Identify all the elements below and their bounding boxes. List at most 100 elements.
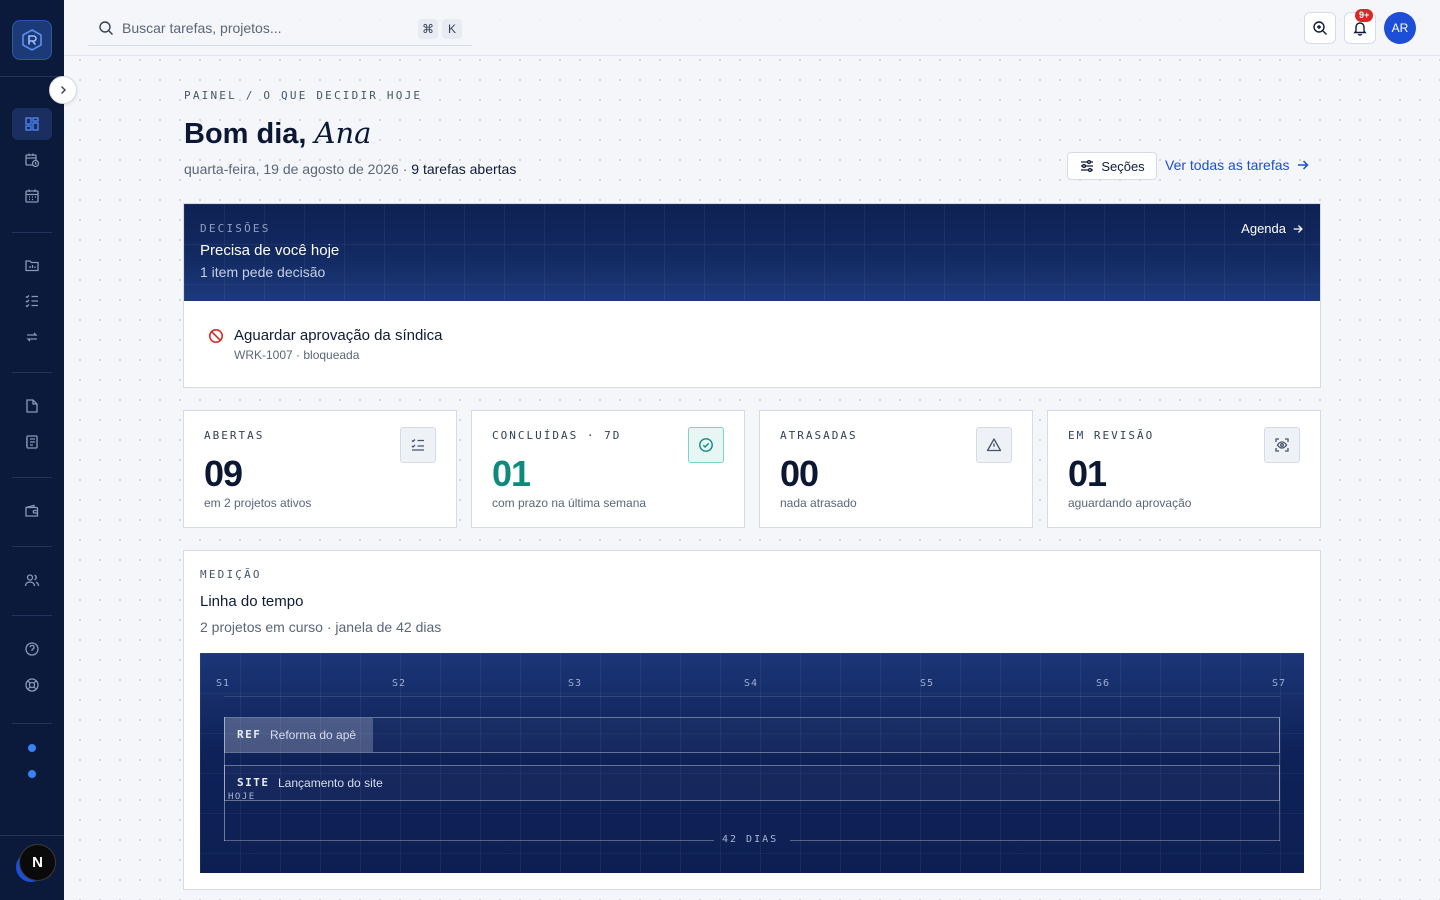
logo-mark-icon — [22, 29, 42, 51]
stat-card-completed[interactable]: CONCLUÍDAS · 7D 01 com prazo na última s… — [471, 410, 745, 528]
sidebar-item-tasks[interactable] — [12, 285, 52, 317]
week-label: S6 — [1096, 678, 1111, 689]
zoom-in-icon — [1313, 21, 1327, 35]
timeline-axis — [224, 696, 1280, 697]
sidebar-divider — [12, 372, 52, 373]
sidebar-item-team[interactable] — [12, 564, 52, 596]
sidebar-item-projects[interactable] — [12, 249, 52, 281]
project-name: Lançamento do site — [278, 776, 383, 790]
today-marker — [224, 717, 225, 841]
stat-icon-box — [400, 427, 436, 463]
window-end-marker — [1279, 717, 1280, 841]
timeline-label: MEDIÇÃO — [200, 568, 262, 581]
project-dot[interactable] — [28, 744, 36, 752]
sidebar-collapse-button[interactable] — [49, 76, 77, 104]
decision-item-title[interactable]: Aguardar aprovação da síndica — [234, 327, 442, 344]
top-bar: ⌘ K — [64, 0, 1440, 56]
sidebar-item-help[interactable] — [12, 633, 52, 665]
check-circle-icon — [699, 438, 713, 452]
decisions-label: DECISÕES — [200, 222, 271, 235]
stat-card-review[interactable]: EM REVISÃO 01 aguardando aprovação — [1047, 410, 1321, 528]
decisions-title: Precisa de você hoje — [200, 242, 340, 259]
stat-icon-box — [976, 427, 1012, 463]
decisions-panel: DECISÕES Precisa de você hoje 1 item ped… — [183, 203, 1321, 388]
stat-icon-box — [688, 427, 724, 463]
blocked-icon — [209, 329, 223, 343]
sidebar-divider — [12, 723, 52, 724]
stat-value: 00 — [780, 453, 819, 494]
stat-value: 01 — [492, 453, 531, 494]
all-tasks-label: Ver todas as tarefas — [1165, 157, 1290, 173]
decisions-subtitle: 1 item pede decisão — [200, 264, 326, 280]
agenda-link[interactable]: Agenda — [1241, 221, 1304, 236]
wallet-icon — [25, 504, 39, 517]
calendar-clock-icon — [25, 153, 40, 168]
search-input[interactable] — [122, 20, 412, 36]
app-logo[interactable] — [12, 20, 52, 60]
dashboard-icon — [25, 117, 39, 131]
week-label: S3 — [568, 678, 583, 689]
stat-card-overdue[interactable]: ATRASADAS 00 nada atrasado — [759, 410, 1033, 528]
sidebar-item-finance[interactable] — [12, 495, 52, 527]
timeline-title: Linha do tempo — [200, 593, 304, 610]
notebook-icon — [26, 435, 38, 449]
project-dot[interactable] — [28, 770, 36, 778]
sidebar-item-schedule[interactable] — [12, 144, 52, 176]
sidebar-item-notes[interactable] — [12, 426, 52, 458]
stat-label: EM REVISÃO — [1068, 429, 1155, 442]
search-icon — [99, 21, 113, 35]
sidebar: N — [0, 0, 64, 900]
open-tasks-count: 9 tarefas abertas — [411, 161, 517, 177]
page-title: Bom dia, Ana — [184, 116, 371, 151]
folder-chart-icon — [25, 260, 39, 272]
sidebar-item-routines[interactable] — [12, 321, 52, 353]
sidebar-item-documents[interactable] — [12, 390, 52, 422]
warning-icon — [986, 438, 1002, 452]
timeline-row-ref[interactable]: REF Reforma do apê — [224, 717, 1280, 753]
user-avatar[interactable]: AR — [1384, 12, 1416, 44]
timeline-chart: S1 S2 S3 S4 S5 S6 S7 REF Reforma do apê … — [200, 653, 1304, 873]
lifebuoy-icon — [25, 678, 39, 692]
arrow-right-icon — [1293, 224, 1303, 233]
help-icon — [25, 642, 39, 656]
project-code: SITE — [237, 776, 270, 789]
dev-tools-badge[interactable]: N — [19, 844, 56, 881]
timeline-row-site[interactable]: SITE Lançamento do site — [224, 765, 1280, 801]
zoom-button[interactable] — [1304, 12, 1336, 44]
sections-label: Seções — [1101, 158, 1145, 174]
repeat-icon — [26, 332, 38, 342]
sidebar-divider — [12, 232, 52, 233]
all-tasks-link[interactable]: Ver todas as tarefas — [1165, 157, 1310, 173]
week-label: S1 — [216, 678, 231, 689]
sidebar-item-dashboard[interactable] — [12, 108, 52, 140]
arrow-right-icon — [1297, 160, 1309, 170]
week-label: S5 — [920, 678, 935, 689]
decisions-banner: DECISÕES Precisa de você hoje 1 item ped… — [184, 204, 1320, 301]
sidebar-divider — [12, 477, 52, 478]
shortcut-k-key: K — [442, 19, 462, 39]
sidebar-item-support[interactable] — [12, 669, 52, 701]
sections-button[interactable]: Seções — [1067, 152, 1157, 180]
stat-description: aguardando aprovação — [1068, 496, 1192, 510]
stat-value: 09 — [204, 453, 243, 494]
checklist-icon — [411, 439, 424, 451]
calendar-icon — [25, 189, 39, 203]
stat-description: nada atrasado — [780, 496, 857, 510]
sliders-icon — [1081, 159, 1094, 173]
stat-description: em 2 projetos ativos — [204, 496, 312, 510]
stat-label: ATRASADAS — [780, 429, 858, 442]
stat-label: CONCLUÍDAS · 7D — [492, 429, 622, 442]
date-line: quarta-feira, 19 de agosto de 2026 · 9 t… — [184, 161, 516, 177]
project-code: REF — [237, 728, 262, 741]
project-name: Reforma do apê — [270, 728, 357, 742]
notification-count-badge: 9+ — [1355, 9, 1374, 22]
greeting-text: Bom dia, — [184, 118, 307, 150]
sidebar-divider — [12, 546, 52, 547]
sidebar-item-calendar[interactable] — [12, 180, 52, 212]
stat-card-open[interactable]: ABERTAS 09 em 2 projetos ativos — [183, 410, 457, 528]
sidebar-divider — [0, 835, 64, 836]
timeline-panel: MEDIÇÃO Linha do tempo 2 projetos em cur… — [183, 550, 1321, 890]
window-span-label: 42 DIAS — [722, 834, 779, 845]
search-bar[interactable]: ⌘ K — [88, 11, 472, 46]
file-icon — [26, 399, 38, 413]
